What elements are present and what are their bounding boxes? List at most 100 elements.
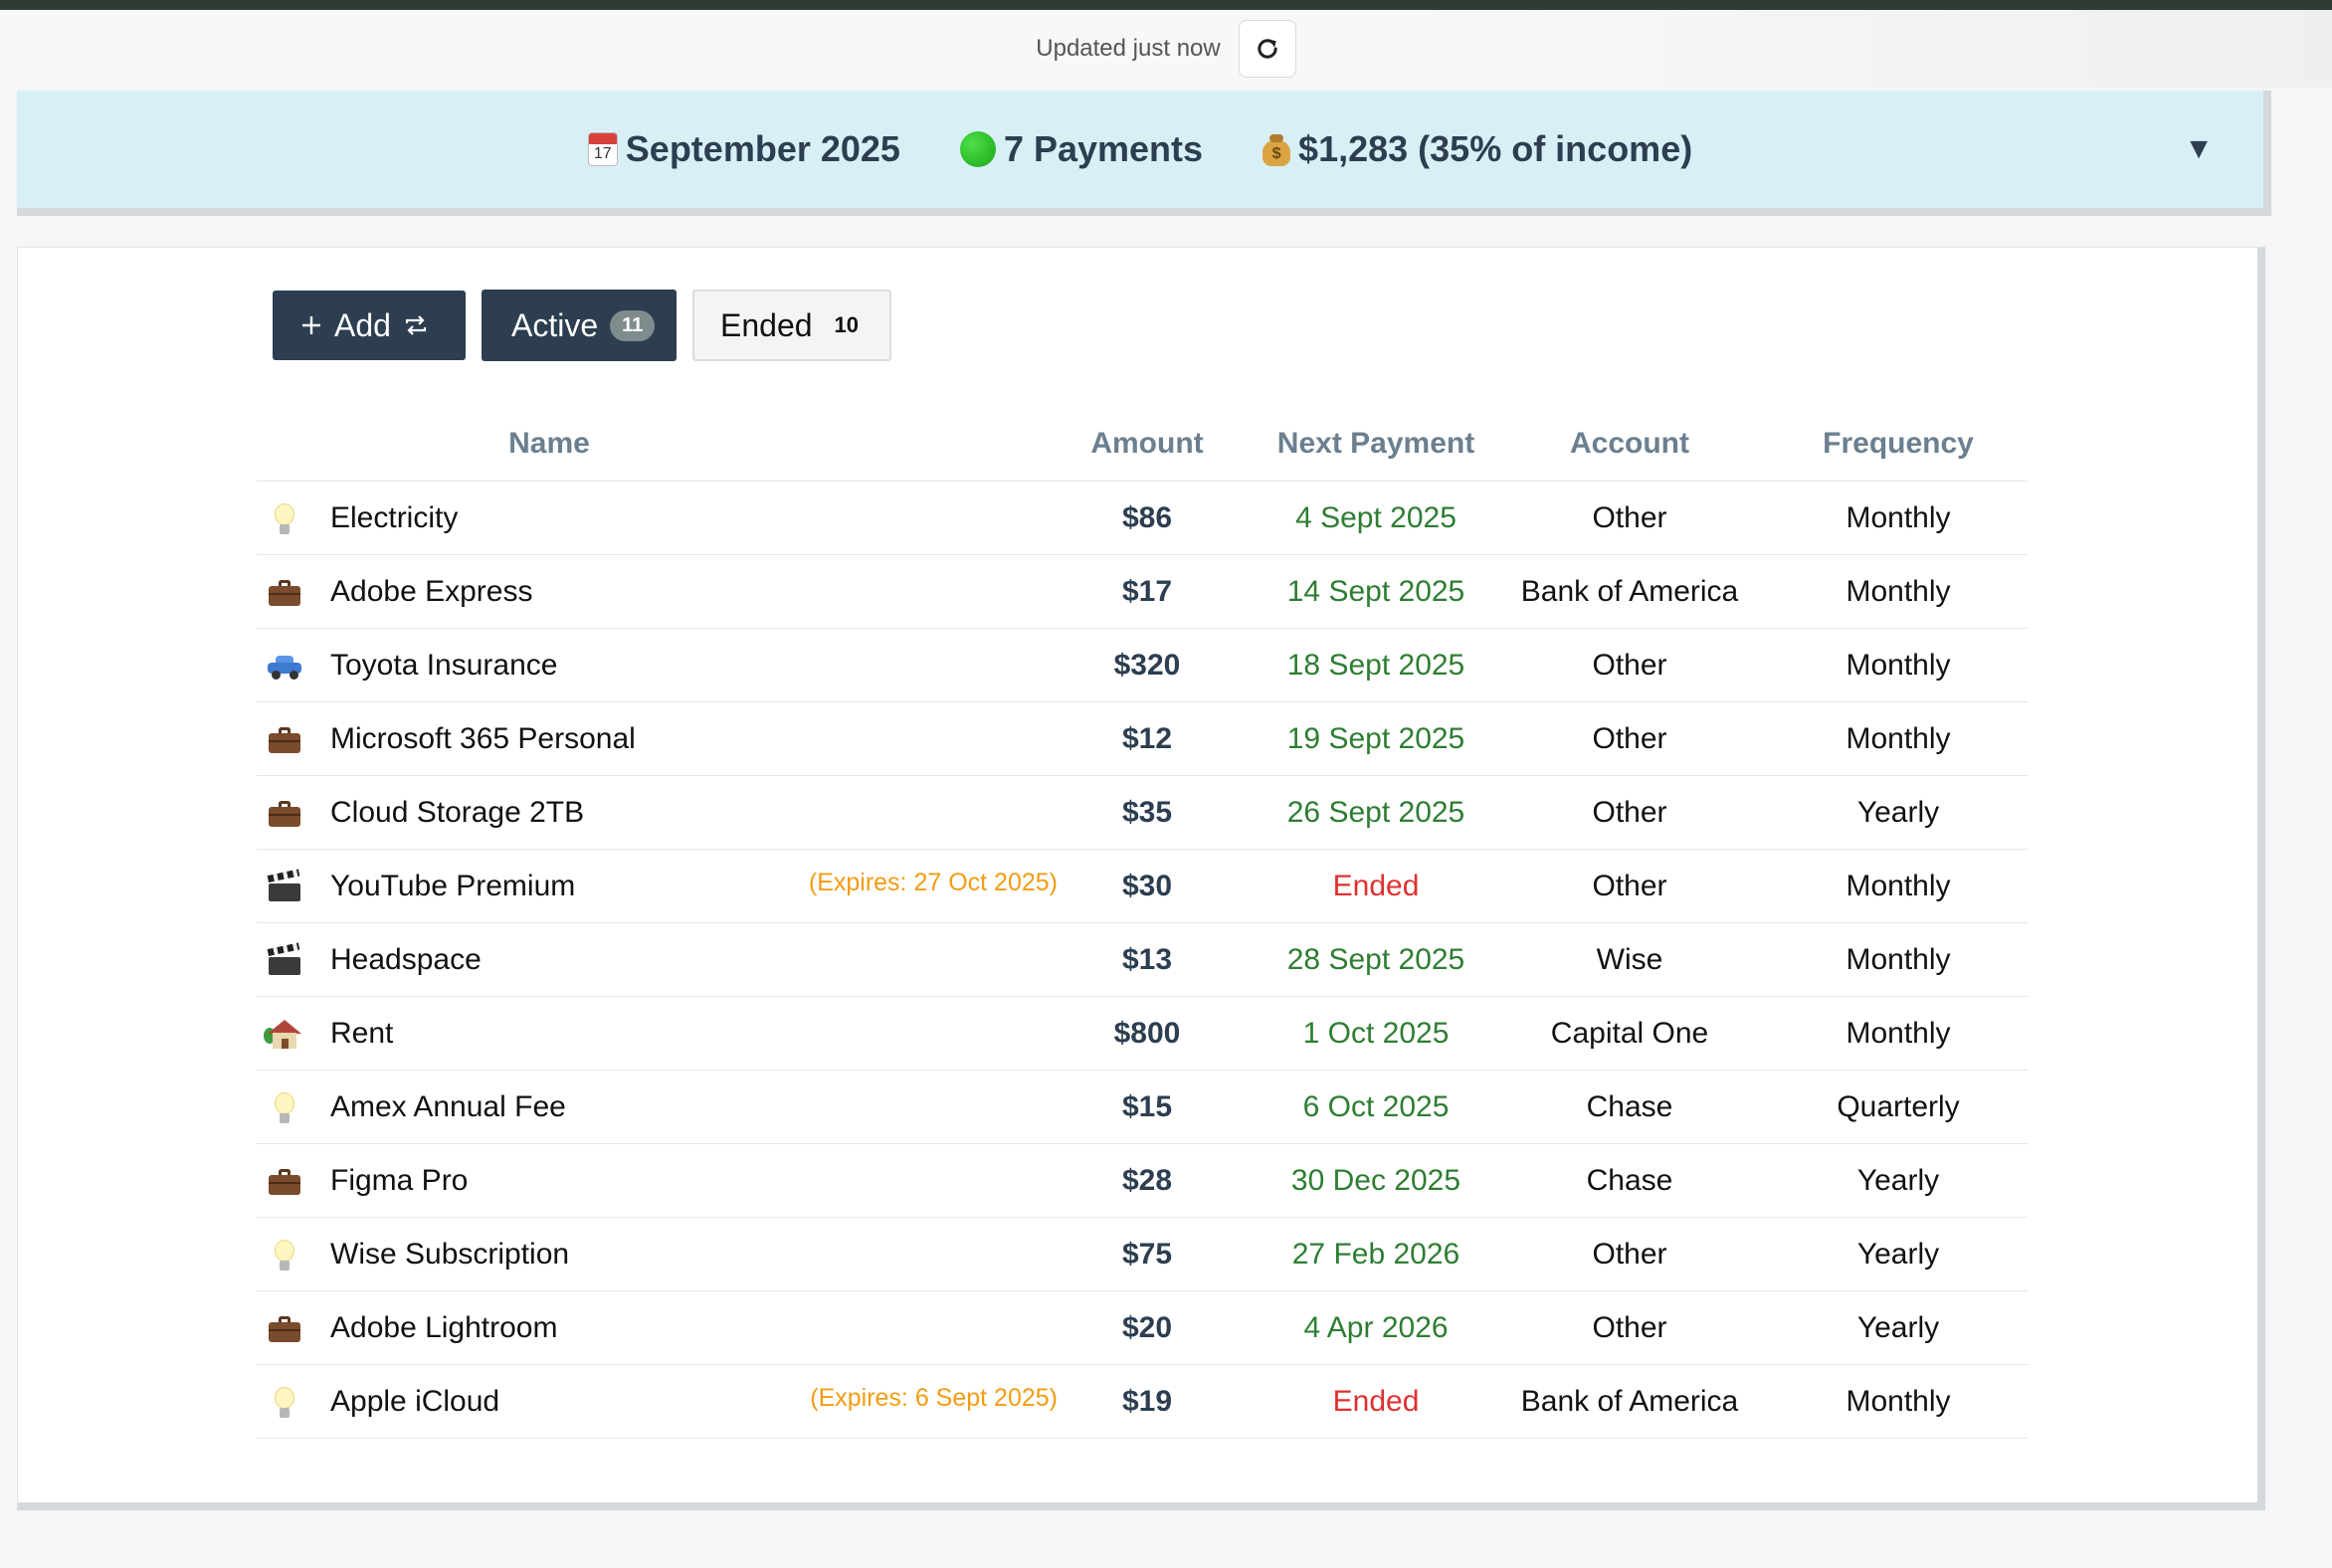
row-icon-cell: [257, 1291, 312, 1364]
summary-month: 17 September 2025: [587, 128, 900, 170]
row-account: Bank of America: [1520, 1385, 1739, 1418]
row-account: Wise: [1596, 943, 1663, 976]
row-amount: $320: [1113, 649, 1181, 682]
table-row[interactable]: Adobe Express $17 14 Sept 2025 Bank of Amer…: [257, 555, 2028, 629]
briefcase-icon: [269, 580, 300, 607]
row-account: Other: [1592, 1238, 1667, 1271]
row-amount: $19: [1121, 1385, 1173, 1418]
table-row[interactable]: Apple iCloud (Expires: 6 Sept 2025) $19 End…: [257, 1365, 2028, 1439]
table-row[interactable]: Wise Subscription $75 27 Feb 2026 Other Year…: [257, 1218, 2028, 1291]
row-frequency: Monthly: [1846, 501, 1951, 534]
table-row[interactable]: Toyota Insurance $320 18 Sept 2025 Other Mon…: [257, 629, 2028, 702]
tab-active[interactable]: Active 11: [482, 290, 677, 361]
summary-total-label: $1,283 (35% of income): [1298, 128, 1693, 169]
row-frequency: Monthly: [1846, 943, 1951, 976]
row-account: Chase: [1586, 1090, 1673, 1123]
row-account: Other: [1592, 501, 1667, 534]
row-amount: $86: [1121, 501, 1173, 534]
row-name: Figma Pro: [330, 1164, 469, 1197]
row-name: Apple iCloud: [330, 1385, 500, 1418]
row-frequency: Yearly: [1856, 1164, 1940, 1197]
row-next-payment: Ended: [1332, 1385, 1420, 1418]
table-row[interactable]: Figma Pro $28 30 Dec 2025 Chase Yearly: [257, 1144, 2028, 1218]
row-frequency: Monthly: [1846, 1017, 1951, 1050]
row-amount: $20: [1121, 1311, 1173, 1344]
lightbulb-icon: [274, 1240, 295, 1272]
column-header-frequency[interactable]: Frequency: [1779, 407, 2018, 481]
table-header: Name Amount Next Payment Account Frequen…: [257, 407, 2028, 482]
table-row[interactable]: Adobe Lightroom $20 4 Apr 2026 Other Yearly: [257, 1291, 2028, 1365]
briefcase-icon: [269, 1316, 300, 1343]
table-row[interactable]: Headspace $13 28 Sept 2025 Wise Monthly: [257, 923, 2028, 997]
row-frequency: Monthly: [1846, 722, 1951, 755]
briefcase-icon: [269, 801, 300, 828]
row-amount: $30: [1121, 870, 1173, 902]
row-icon-cell: [257, 1365, 312, 1438]
ended-count-badge: 10: [834, 312, 860, 337]
row-name: Electricity: [330, 501, 459, 534]
table-row[interactable]: Microsoft 365 Personal $12 19 Sept 2025 Oth…: [257, 702, 2028, 776]
summary-banner[interactable]: 17 September 2025 7 Payments $ $1,283 (3…: [17, 91, 2271, 216]
row-frequency: Yearly: [1856, 1311, 1940, 1344]
table-row[interactable]: Cloud Storage 2TB $35 26 Sept 2025 Other Yea…: [257, 776, 2028, 850]
controls-bar: Add Active 11 Ended 10: [273, 290, 891, 361]
row-account: Bank of America: [1520, 575, 1739, 608]
table-row[interactable]: YouTube Premium (Expires: 27 Oct 2025) $30…: [257, 850, 2028, 923]
row-next-payment: Ended: [1332, 870, 1420, 902]
row-account: Capital One: [1550, 1017, 1709, 1050]
row-icon-cell: [257, 482, 312, 554]
column-header-name[interactable]: Name: [330, 407, 768, 481]
money-bag-icon: $: [1263, 132, 1291, 166]
row-account: Other: [1592, 722, 1667, 755]
row-account: Other: [1592, 870, 1667, 902]
row-next-payment: 4 Sept 2025: [1295, 501, 1457, 534]
row-name: Headspace: [330, 943, 482, 976]
add-button-label: Add: [334, 306, 391, 343]
summary-payments-label: 7 Payments: [1003, 128, 1204, 169]
row-name: YouTube Premium: [330, 870, 576, 902]
row-account: Other: [1592, 796, 1667, 829]
table-row[interactable]: Rent $800 1 Oct 2025 Capital One Monthly: [257, 997, 2028, 1071]
refresh-button[interactable]: [1238, 20, 1296, 78]
lightbulb-icon: [274, 1092, 295, 1124]
row-icon-cell: [257, 702, 312, 775]
tab-ended-label: Ended: [720, 306, 813, 343]
plus-icon: [302, 316, 320, 334]
row-icon-cell: [257, 1144, 312, 1217]
summary-month-label: September 2025: [625, 128, 900, 169]
row-amount: $13: [1121, 943, 1173, 976]
column-header-account[interactable]: Account: [1500, 407, 1759, 481]
row-name: Wise Subscription: [330, 1238, 570, 1271]
summary-payments: 7 Payments: [959, 128, 1204, 170]
house-icon: [264, 1020, 301, 1050]
lightbulb-icon: [274, 503, 295, 535]
row-frequency: Monthly: [1846, 649, 1951, 682]
row-amount: $17: [1121, 575, 1173, 608]
column-header-amount[interactable]: Amount: [1082, 407, 1212, 481]
row-expires-note: (Expires: 6 Sept 2025): [810, 1384, 1058, 1412]
row-frequency: Monthly: [1846, 1385, 1951, 1418]
row-account: Other: [1592, 1311, 1667, 1344]
row-amount: $800: [1113, 1017, 1181, 1050]
row-amount: $75: [1121, 1238, 1173, 1271]
green-circle-icon: [959, 131, 996, 167]
row-name: Amex Annual Fee: [330, 1090, 566, 1123]
row-name: Cloud Storage 2TB: [330, 796, 585, 829]
tab-ended[interactable]: Ended 10: [692, 290, 891, 361]
column-header-next-payment[interactable]: Next Payment: [1252, 407, 1500, 481]
row-next-payment: 28 Sept 2025: [1286, 943, 1465, 976]
table-row[interactable]: Amex Annual Fee $15 6 Oct 2025 Chase Quarter…: [257, 1071, 2028, 1144]
collapse-toggle-icon[interactable]: ▼: [2184, 91, 2214, 208]
row-icon-cell: [257, 923, 312, 996]
tab-active-label: Active: [511, 306, 599, 343]
row-icon-cell: [257, 1218, 312, 1290]
add-recurring-button[interactable]: Add: [273, 291, 466, 360]
row-frequency: Quarterly: [1837, 1090, 1960, 1123]
row-name: Microsoft 365 Personal: [330, 722, 636, 755]
table-row[interactable]: Electricity $86 4 Sept 2025 Other Monthly: [257, 482, 2028, 555]
row-frequency: Yearly: [1856, 1238, 1940, 1271]
row-next-payment: 14 Sept 2025: [1286, 575, 1465, 608]
briefcase-icon: [269, 727, 300, 754]
payments-table: Name Amount Next Payment Account Frequen…: [257, 407, 2028, 1439]
row-next-payment: 18 Sept 2025: [1286, 649, 1465, 682]
